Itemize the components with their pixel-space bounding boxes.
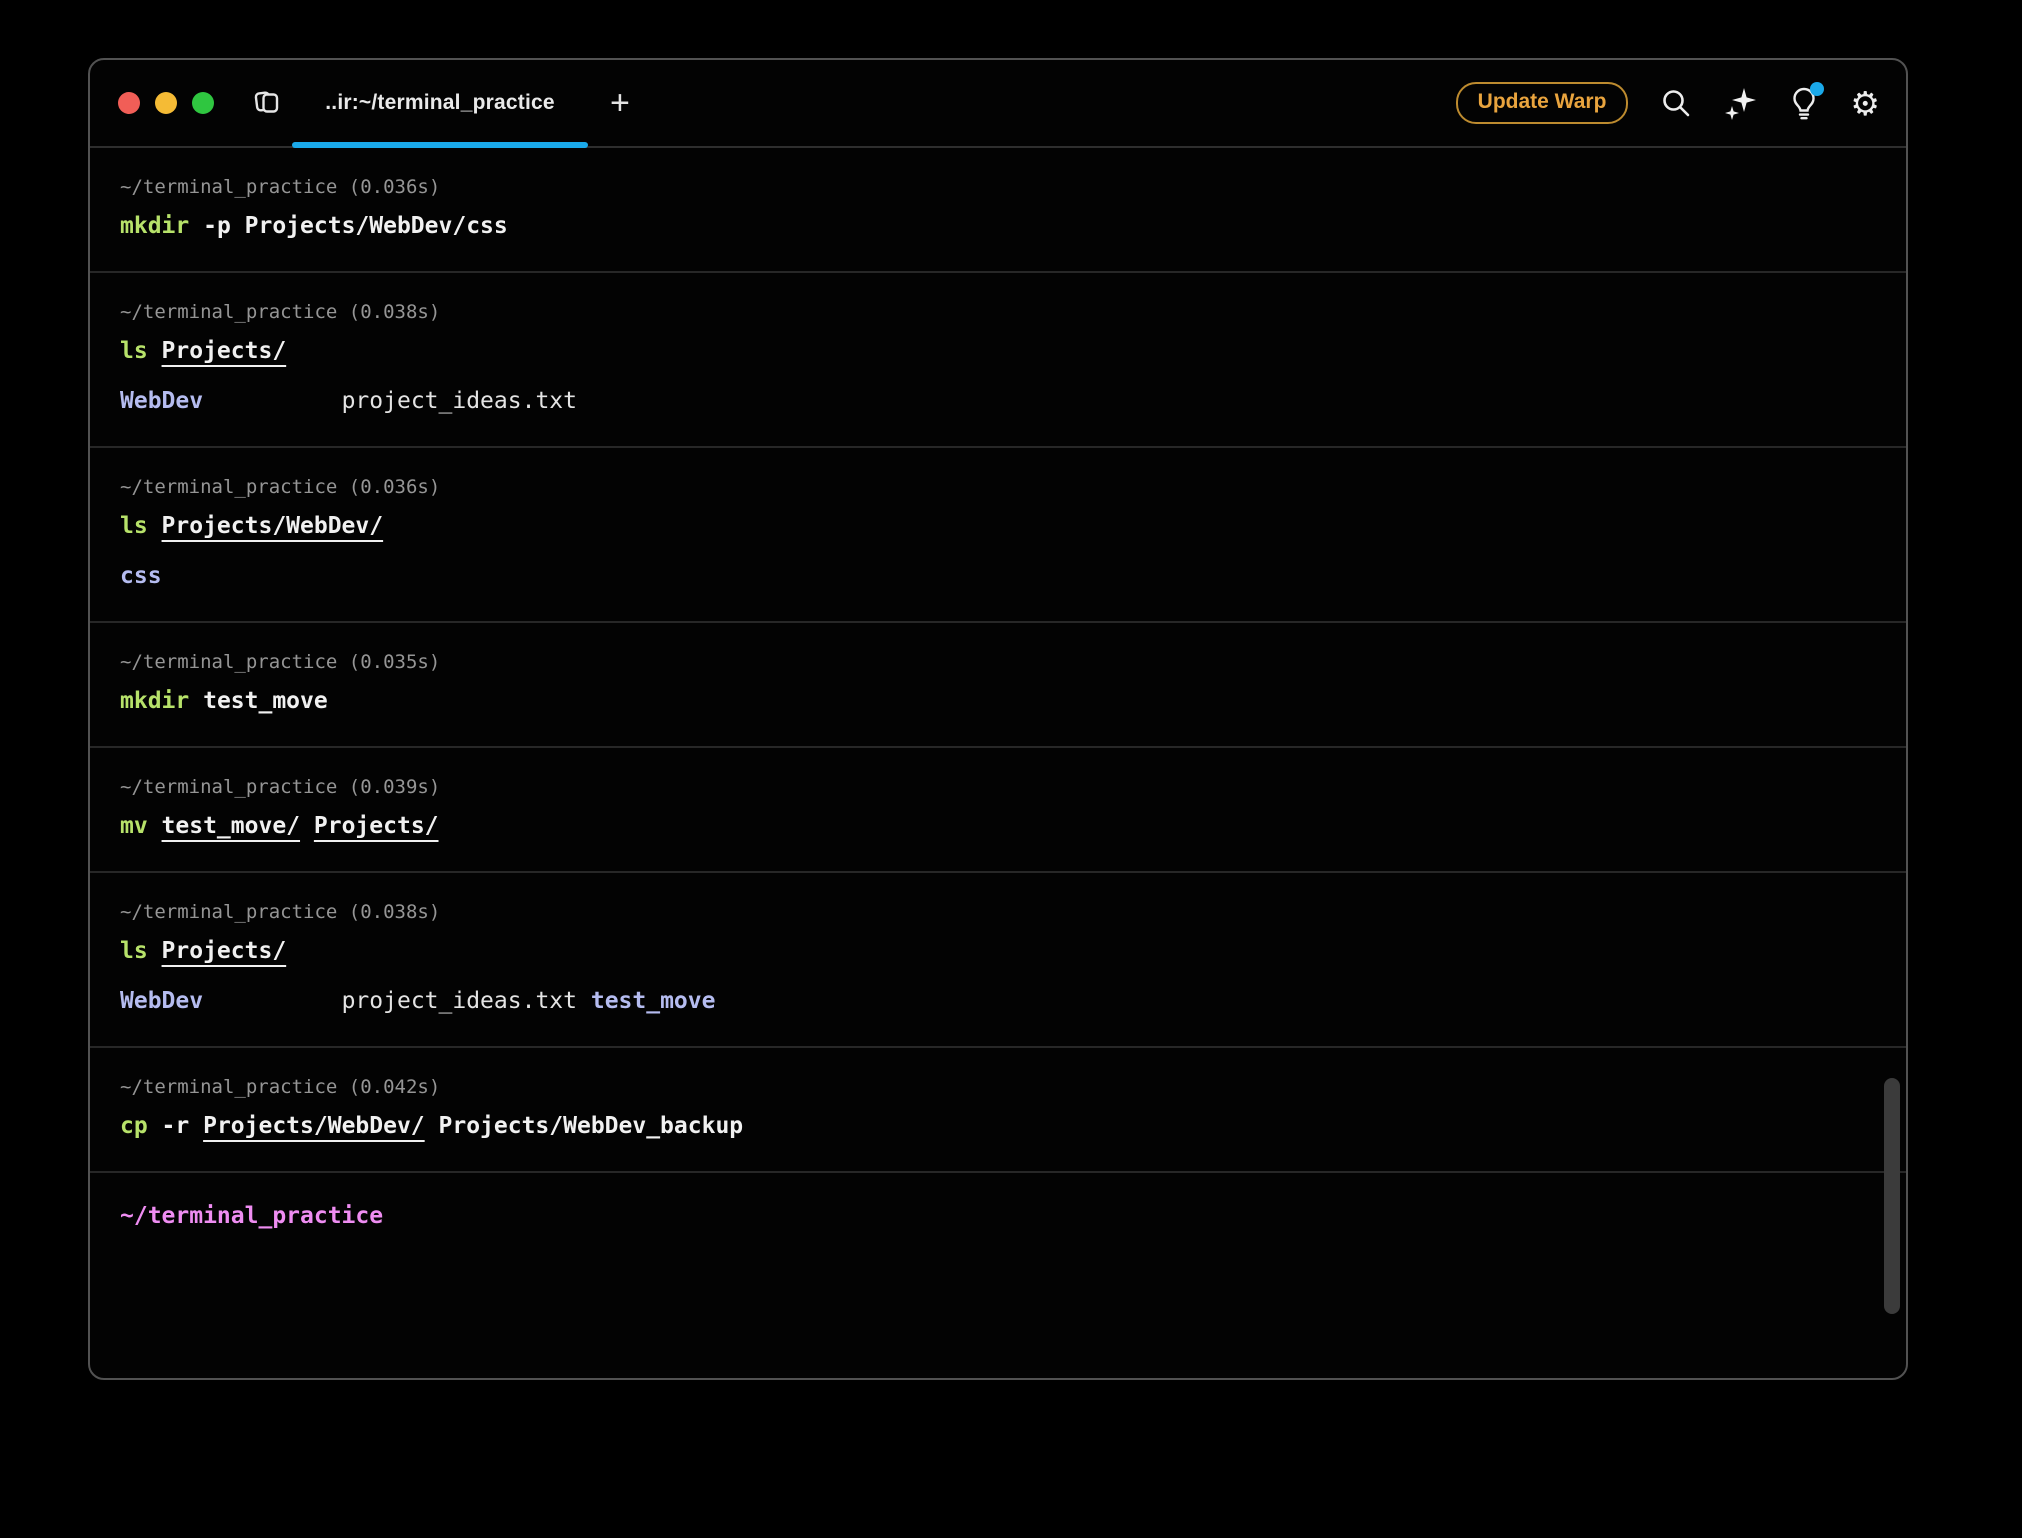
scrollbar-thumb[interactable] — [1884, 1078, 1900, 1314]
token-cmd: mkdir — [120, 213, 190, 239]
token-argu: Projects/WebDev/ — [203, 1113, 425, 1139]
block-context: ~/terminal_practice (0.039s) — [120, 776, 441, 798]
token-cmd: mv — [120, 813, 162, 839]
update-warp-button[interactable]: Update Warp — [1455, 82, 1629, 124]
terminal-blocks: ~/terminal_practice (0.036s) mkdir -p Pro… — [90, 148, 1906, 1173]
command-line: cp -r Projects/WebDev/ Projects/WebDev_b… — [120, 1113, 1876, 1139]
token-cmd: mkdir — [120, 688, 190, 714]
command-output: css — [120, 563, 1876, 589]
command-line: mv test_move/ Projects/ — [120, 813, 1876, 839]
token-arg: Projects/WebDev_backup — [424, 1113, 744, 1139]
command-output: WebDev project_ideas.txt — [120, 388, 1876, 414]
token-cmd: ls — [120, 338, 162, 364]
notification-dot — [1810, 82, 1825, 96]
block-context: ~/terminal_practice (0.038s) — [120, 901, 441, 923]
close-button[interactable] — [118, 92, 140, 114]
tab-title: ..ir:~/terminal_practice — [325, 91, 555, 114]
token-file: project_ideas.txt — [341, 388, 577, 414]
command-line: mkdir -p Projects/WebDev/css — [120, 213, 1876, 239]
gear-glyph: ⚙ — [1850, 83, 1880, 123]
token-cmd: cp — [120, 1113, 148, 1139]
block-context: ~/terminal_practice (0.036s) — [120, 476, 441, 498]
lightbulb-icon[interactable] — [1790, 82, 1825, 120]
token-cmd: ls — [120, 513, 162, 539]
minimize-button[interactable] — [155, 92, 177, 114]
command-line: ls Projects/ — [120, 338, 1876, 364]
token-argu: Projects/ — [161, 938, 287, 964]
token-arg: -r — [147, 1113, 204, 1139]
token-dir: test_move — [590, 988, 716, 1014]
prompt-block[interactable]: ~/terminal_practice — [90, 1173, 1906, 1259]
token-dir: WebDev — [120, 988, 204, 1014]
block-context: ~/terminal_practice (0.035s) — [120, 651, 441, 673]
token-arg: -p Projects/WebDev/css — [189, 213, 508, 239]
gear-icon[interactable]: ⚙ — [1850, 87, 1880, 120]
command-block[interactable]: ~/terminal_practice (0.035s) mkdir test_m… — [90, 623, 1906, 748]
token-file: project_ideas.txt — [341, 988, 577, 1014]
token-argu: Projects/ — [161, 338, 287, 364]
search-icon[interactable] — [1660, 87, 1692, 119]
terminal-content: ~/terminal_practice (0.036s) mkdir -p Pro… — [90, 148, 1906, 1378]
header-controls: Update Warp ⚙ — [1455, 82, 1880, 124]
command-line: mkdir test_move — [120, 688, 1876, 714]
command-output: WebDev project_ideas.txt test_move — [120, 988, 1876, 1014]
command-block[interactable]: ~/terminal_practice (0.042s) cp -r Projec… — [90, 1048, 1906, 1173]
token-argu: Projects/WebDev/ — [161, 513, 384, 539]
traffic-lights — [118, 92, 214, 114]
command-block[interactable]: ~/terminal_practice (0.039s) mv test_move… — [90, 748, 1906, 873]
command-block[interactable]: ~/terminal_practice (0.036s) mkdir -p Pro… — [90, 148, 1906, 273]
tab-terminal-practice[interactable]: ..ir:~/terminal_practice — [290, 60, 590, 148]
token-arg: test_move — [189, 688, 328, 714]
command-line: ls Projects/ — [120, 938, 1876, 964]
block-context: ~/terminal_practice (0.042s) — [120, 1076, 441, 1098]
new-tab-button[interactable]: + — [610, 86, 630, 120]
token-dir: css — [120, 563, 162, 589]
zoom-button[interactable] — [192, 92, 214, 114]
token-dir: WebDev — [120, 388, 204, 414]
block-context: ~/terminal_practice (0.036s) — [120, 176, 441, 198]
sparkles-icon[interactable] — [1724, 86, 1758, 120]
command-block[interactable]: ~/terminal_practice (0.038s) ls Projects/… — [90, 273, 1906, 448]
token-argu: test_move/ — [161, 813, 301, 839]
command-block[interactable]: ~/terminal_practice (0.038s) ls Projects/… — [90, 873, 1906, 1048]
bookmarks-icon[interactable] — [252, 90, 282, 116]
token-argu: Projects/ — [313, 813, 439, 839]
block-context: ~/terminal_practice (0.038s) — [120, 301, 441, 323]
command-line: ls Projects/WebDev/ — [120, 513, 1876, 539]
prompt-line: ~/terminal_practice — [120, 1203, 384, 1229]
token-arg — [300, 813, 314, 839]
terminal-window: ..ir:~/terminal_practice + Update Warp ⚙… — [88, 58, 1908, 1380]
token-cmd: ls — [120, 938, 162, 964]
command-block[interactable]: ~/terminal_practice (0.036s) ls Projects/… — [90, 448, 1906, 623]
window-header: ..ir:~/terminal_practice + Update Warp ⚙ — [90, 60, 1906, 148]
